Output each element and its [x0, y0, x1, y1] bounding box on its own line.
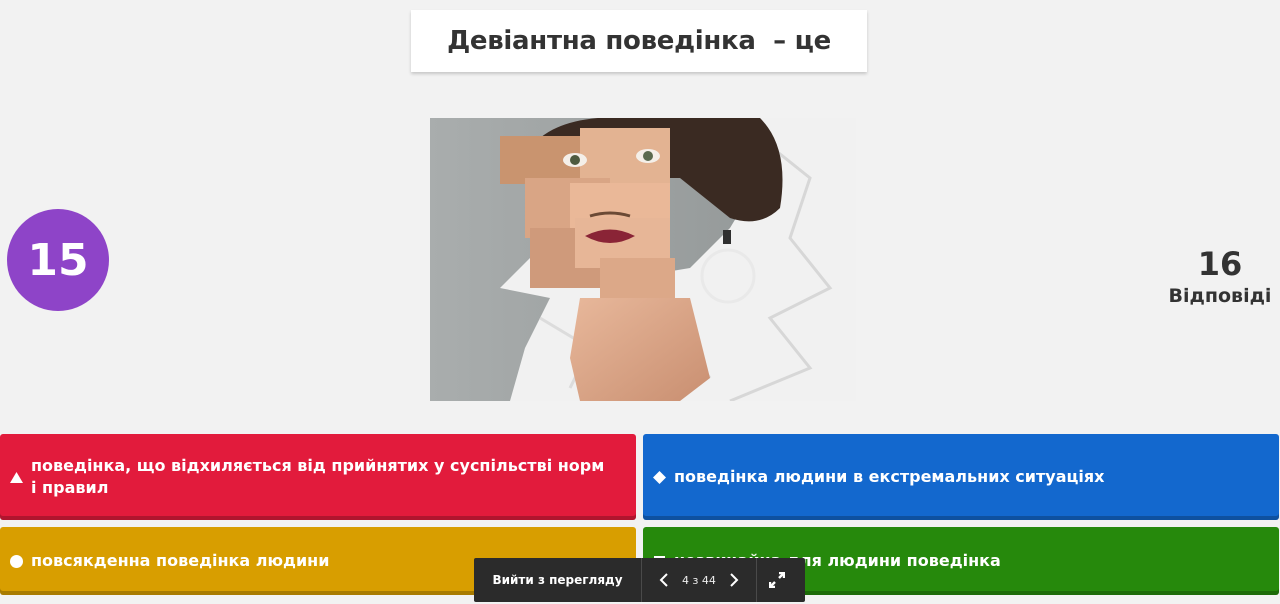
- question-card: Девіантна поведінка – це: [411, 10, 867, 72]
- answer-option-2[interactable]: поведінка людини в екстремальних ситуаці…: [643, 434, 1279, 520]
- answer-text: повсякденна поведінка людини: [31, 551, 330, 570]
- answer-option-1[interactable]: поведінка, що відхиляється від прийнятих…: [0, 434, 636, 520]
- chevron-right-icon[interactable]: [720, 565, 748, 595]
- diamond-icon: [652, 470, 666, 484]
- question-title: Девіантна поведінка – це: [447, 26, 831, 56]
- circle-icon: [9, 554, 23, 568]
- answer-text: поведінка людини в екстремальних ситуаці…: [674, 467, 1105, 486]
- page-indicator: 4 з 44: [682, 573, 716, 587]
- collage-portrait-illustration: [430, 118, 856, 401]
- answers-count: 16: [1197, 245, 1243, 283]
- fullscreen-icon[interactable]: [757, 558, 797, 602]
- timer-value: 15: [27, 234, 89, 286]
- answers-label: Відповіді: [1168, 285, 1272, 307]
- question-image: [430, 118, 856, 401]
- answer-text: поведінка, що відхиляється від прийнятих…: [31, 456, 605, 497]
- answers-counter: 16 Відповіді: [1160, 244, 1280, 308]
- countdown-timer: 15: [7, 209, 109, 311]
- exit-preview-button[interactable]: Вийти з перегляду: [474, 558, 642, 602]
- chevron-left-icon[interactable]: [650, 565, 678, 595]
- preview-toolbar: Вийти з перегляду 4 з 44: [474, 558, 805, 602]
- slide-navigation: 4 з 44: [642, 558, 757, 602]
- triangle-icon: [9, 471, 23, 483]
